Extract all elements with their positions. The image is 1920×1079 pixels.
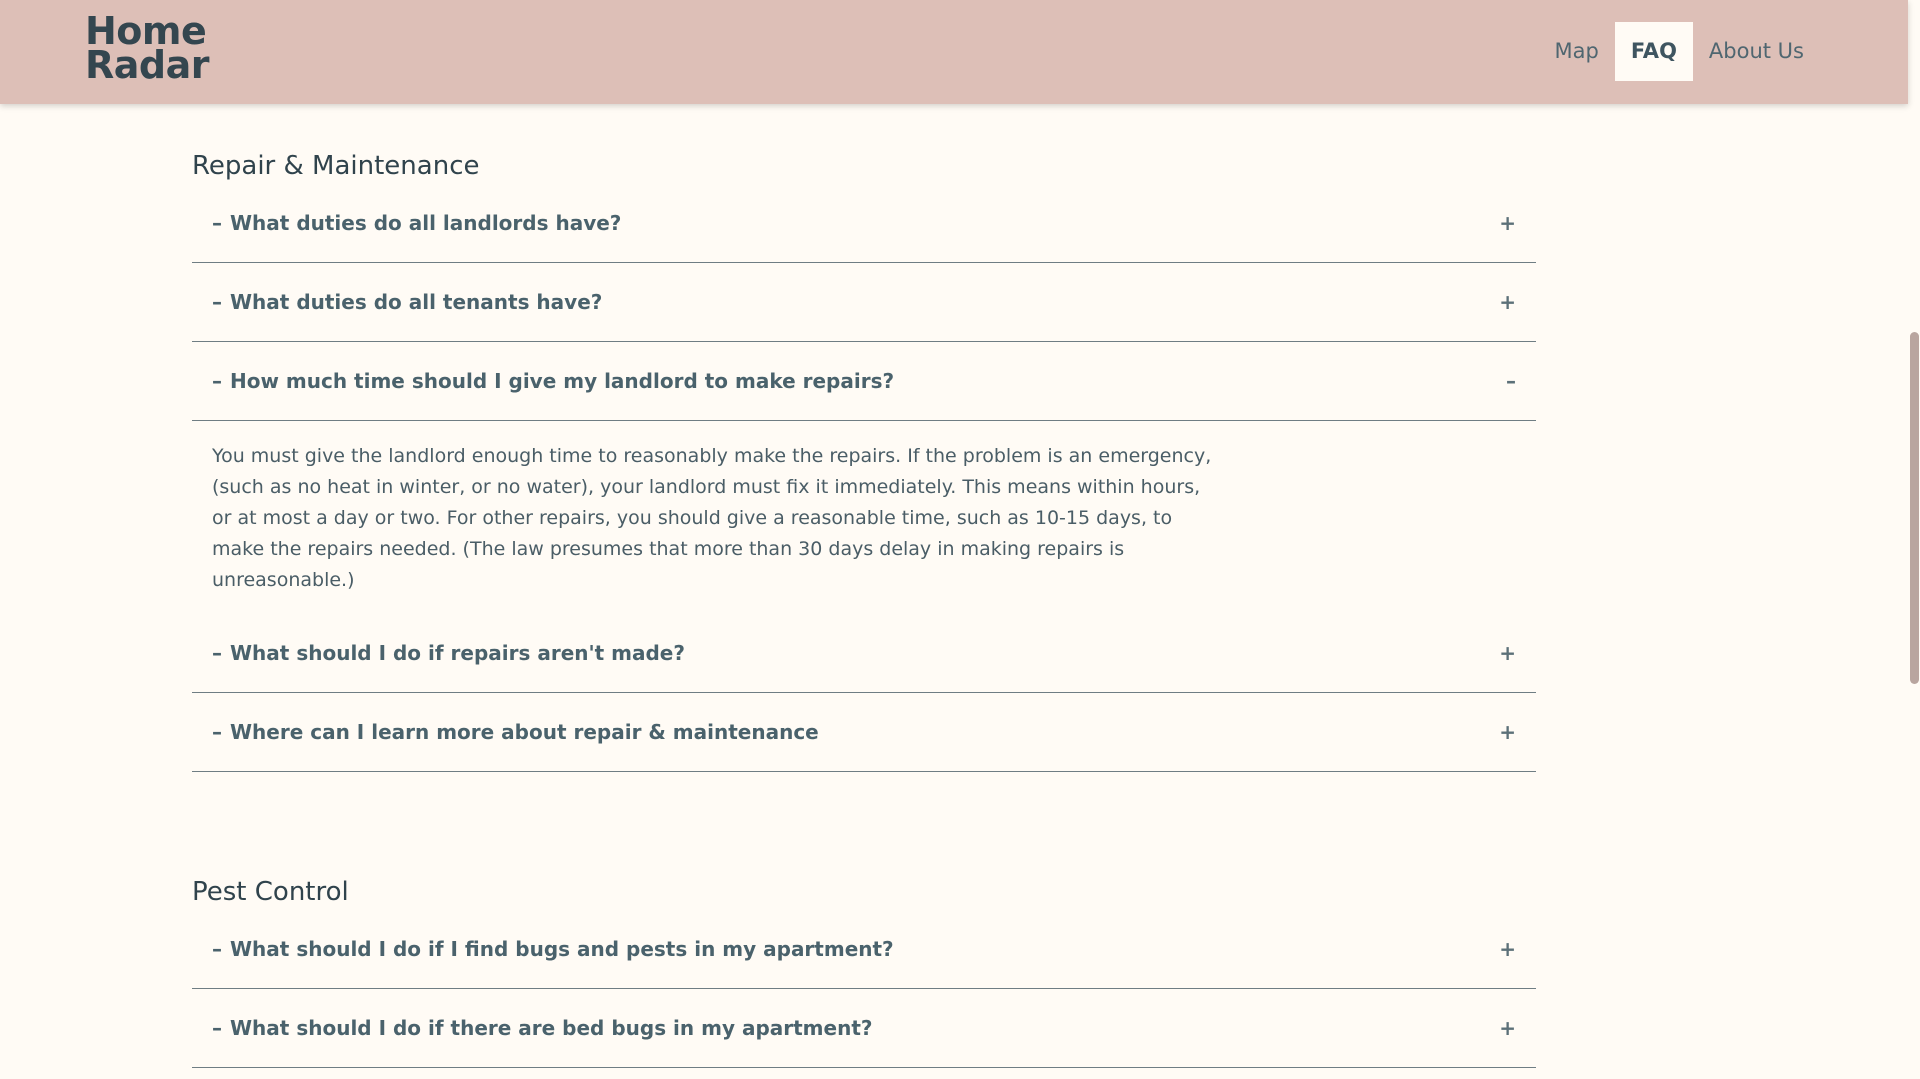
dash-icon: – [212, 290, 222, 314]
faq-question-text: What should I do if I find bugs and pest… [230, 937, 894, 961]
plus-icon[interactable]: + [1499, 211, 1516, 235]
dash-icon: – [212, 937, 222, 961]
section-repair-maintenance: Repair & Maintenance – What duties do al… [192, 104, 1536, 772]
plus-icon[interactable]: + [1499, 720, 1516, 744]
logo-line-2: Radar [85, 43, 210, 87]
dash-icon: – [212, 720, 222, 744]
faq-question[interactable]: – Where can I learn more about repair & … [192, 693, 1536, 771]
plus-icon[interactable]: + [1499, 290, 1516, 314]
site-logo[interactable]: Home Radar [85, 12, 210, 87]
faq-question[interactable]: – What duties do all tenants have? + [192, 263, 1536, 341]
faq-question[interactable]: – What should I do if I find bugs and pe… [192, 910, 1536, 988]
minus-icon[interactable]: – [1506, 369, 1516, 393]
plus-icon[interactable]: + [1499, 641, 1516, 665]
dash-icon: – [212, 641, 222, 665]
dash-icon: – [212, 1016, 222, 1040]
page-scrollbar[interactable] [1908, 0, 1920, 1079]
section-title: Repair & Maintenance [192, 151, 480, 181]
site-header: Home Radar Map FAQ About Us [0, 0, 1908, 104]
faq-item: – What should I do if there are bed bugs… [192, 989, 1536, 1068]
faq-item-expanded: – How much time should I give my landlor… [192, 342, 1536, 421]
nav-about-us[interactable]: About Us [1693, 22, 1820, 81]
nav-faq[interactable]: FAQ [1614, 22, 1693, 81]
faq-item: – What should I do if I find bugs and pe… [192, 910, 1536, 989]
faq-question[interactable]: – What should I do if there are bed bugs… [192, 989, 1536, 1067]
nav-map[interactable]: Map [1539, 22, 1615, 81]
faq-answer: You must give the landlord enough time t… [212, 445, 1212, 591]
faq-question-text: Where can I learn more about repair & ma… [230, 720, 819, 744]
faq-question[interactable]: – What should I do if repairs aren't mad… [192, 614, 1536, 692]
faq-item: – Where can I learn more about repair & … [192, 693, 1536, 772]
faq-question-text: What duties do all tenants have? [230, 290, 603, 314]
scrollbar-thumb[interactable] [1910, 332, 1919, 684]
faq-item: – What duties do all tenants have? + [192, 263, 1536, 342]
faq-question[interactable]: – How much time should I give my landlor… [192, 342, 1536, 420]
faq-question-text: What should I do if repairs aren't made? [230, 641, 685, 665]
faq-question-text: How much time should I give my landlord … [230, 369, 895, 393]
main-nav: Map FAQ About Us [1539, 22, 1820, 81]
section-title: Pest Control [192, 877, 349, 907]
dash-icon: – [212, 369, 222, 393]
faq-question[interactable]: – What duties do all landlords have? + [192, 184, 1536, 262]
faq-question-text: What should I do if there are bed bugs i… [230, 1016, 873, 1040]
faq-content: Repair & Maintenance – What duties do al… [192, 104, 1536, 1068]
dash-icon: – [212, 211, 222, 235]
plus-icon[interactable]: + [1499, 937, 1516, 961]
faq-item: – What duties do all landlords have? + [192, 184, 1536, 263]
faq-question-text: What duties do all landlords have? [230, 211, 622, 235]
section-pest-control: Pest Control – What should I do if I fin… [192, 772, 1536, 1068]
plus-icon[interactable]: + [1499, 1016, 1516, 1040]
faq-item: – What should I do if repairs aren't mad… [192, 614, 1536, 693]
